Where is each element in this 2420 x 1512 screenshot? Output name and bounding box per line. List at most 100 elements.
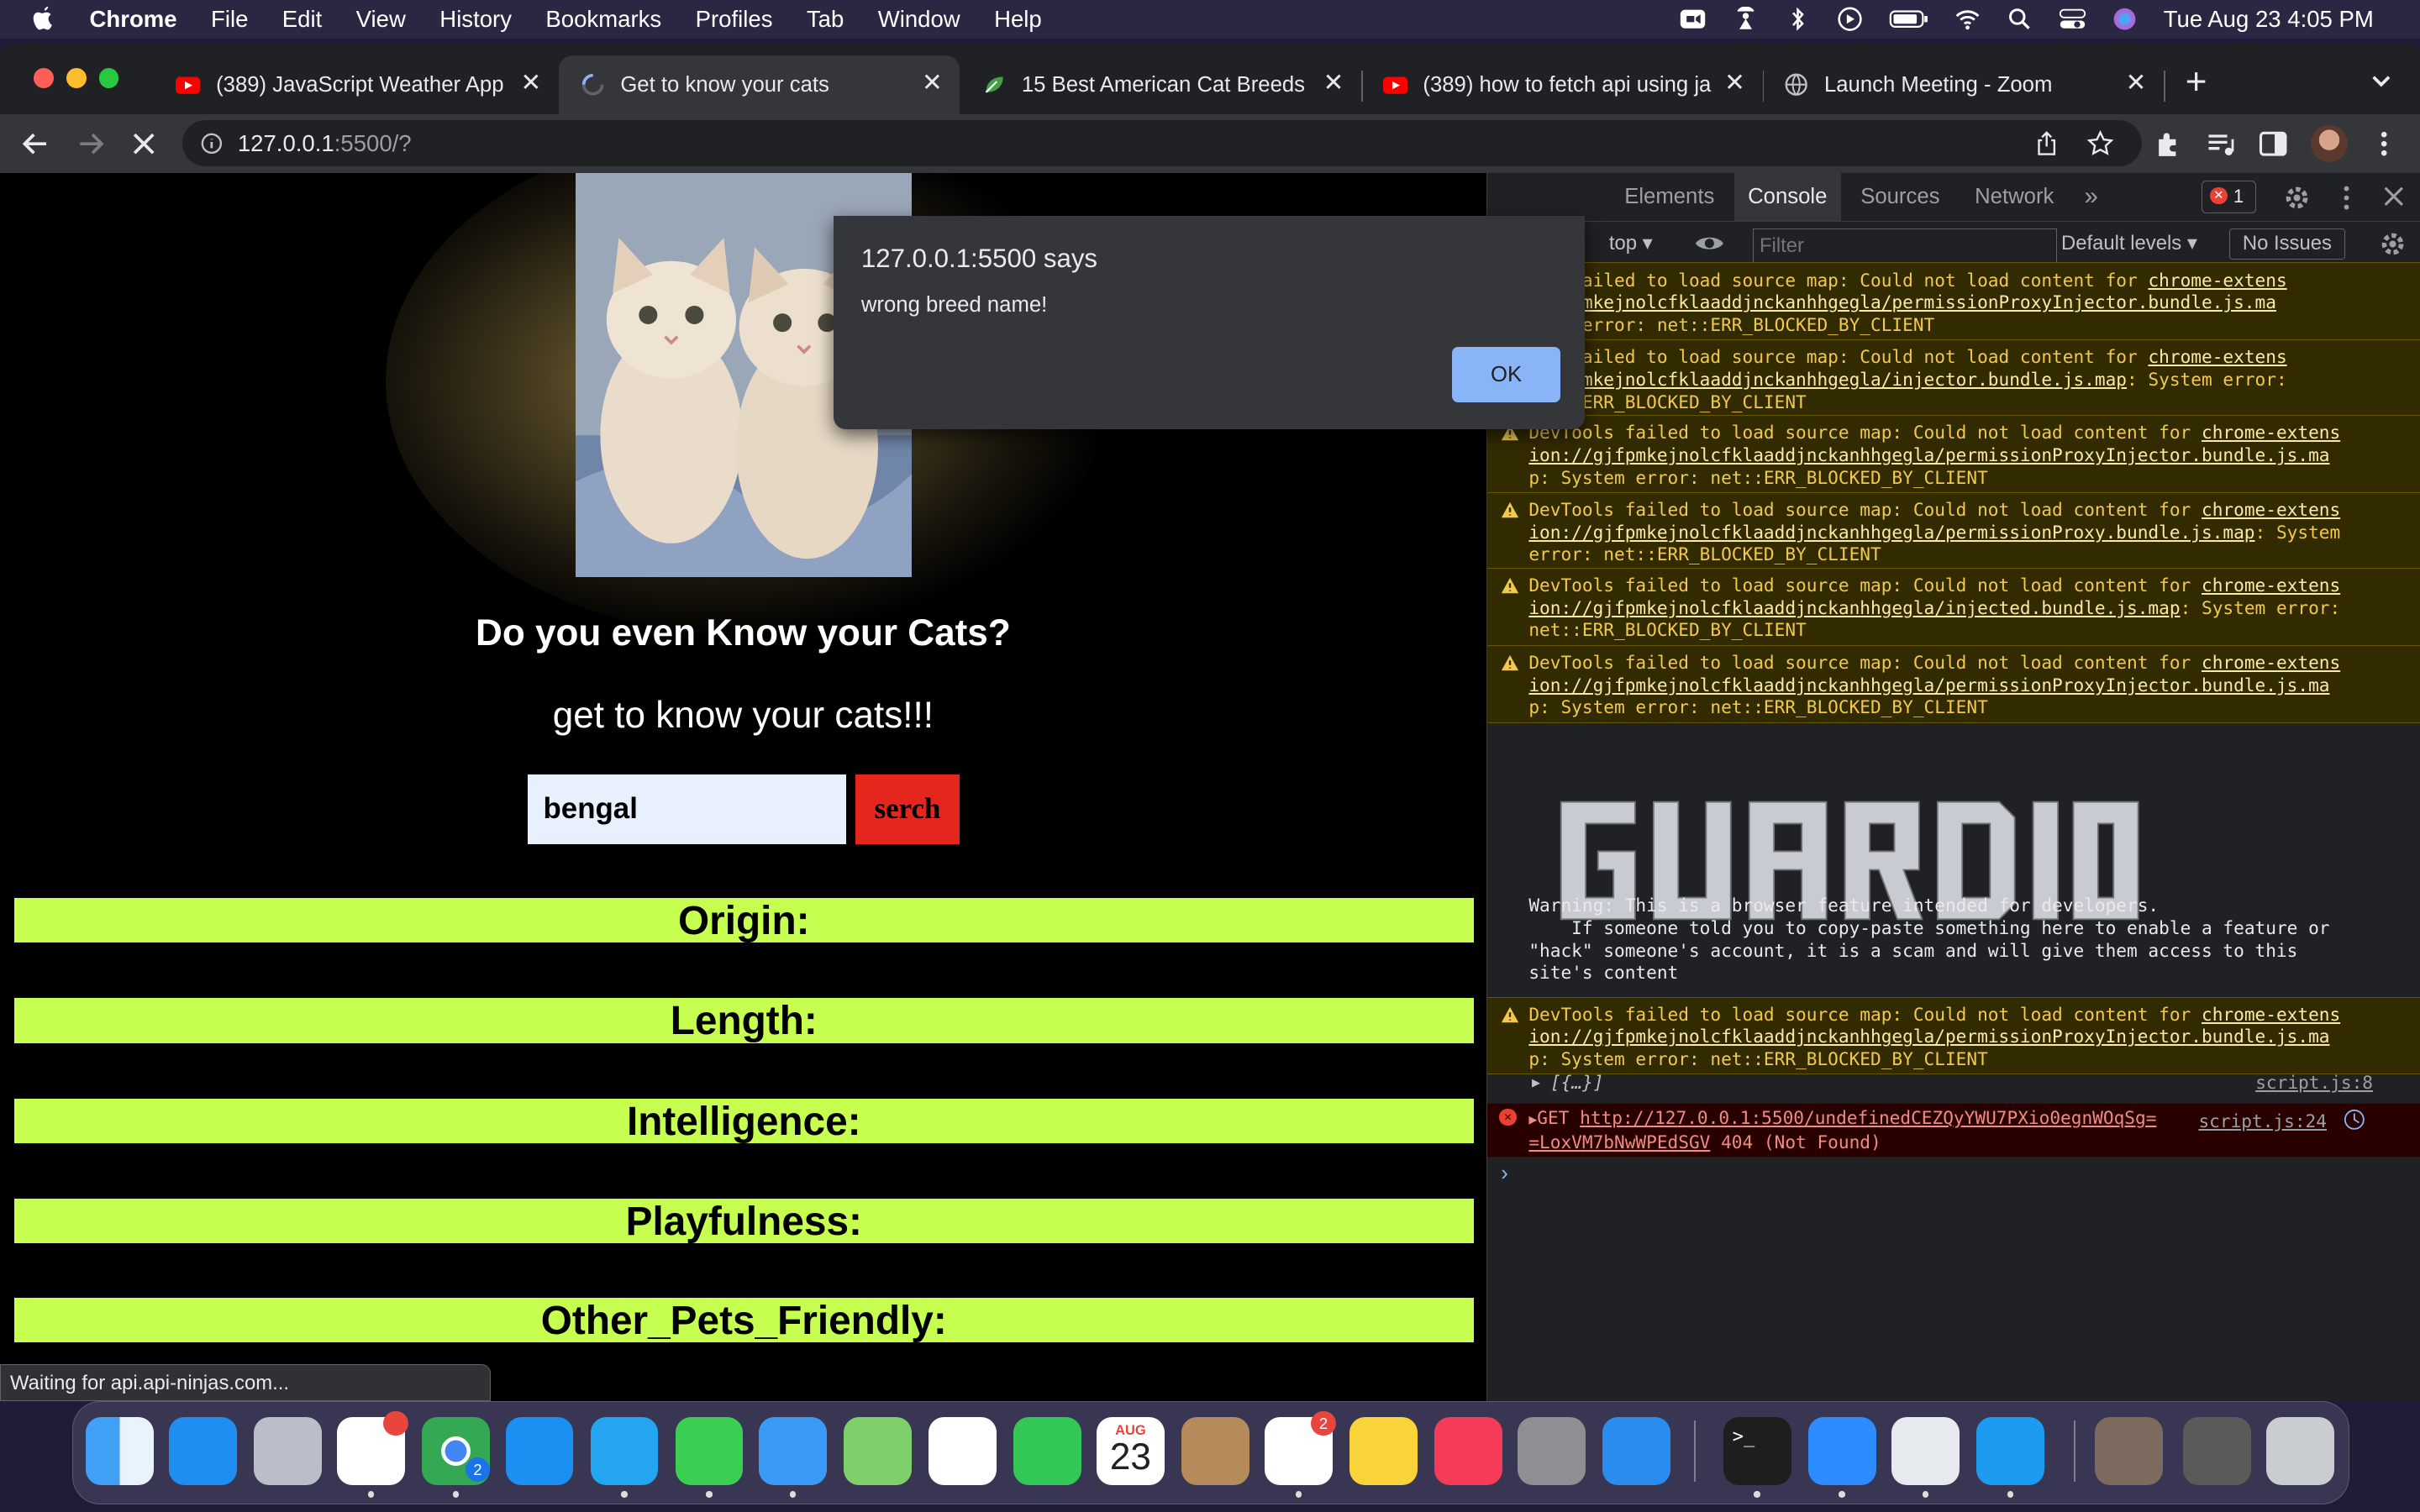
site-info-icon[interactable] (201, 133, 223, 155)
tab-get-to-know-your-cats[interactable]: Get to know your cats ✕ (558, 55, 960, 114)
airplay-audio-icon[interactable] (1732, 7, 1760, 31)
tab-fetch-api[interactable]: (389) how to fetch api using ja ✕ (1361, 55, 1763, 114)
keynote-icon[interactable] (1602, 1417, 1671, 1485)
facetime-icon[interactable] (1013, 1417, 1081, 1485)
tab-search-chevron-icon[interactable] (2370, 74, 2392, 89)
warning-link[interactable]: chrome-extens (2202, 1004, 2340, 1025)
play-icon[interactable] (1836, 7, 1864, 32)
screenshot-thumb-1[interactable] (2095, 1417, 2164, 1485)
console-settings-icon[interactable] (2379, 230, 2407, 258)
music-icon[interactable] (1434, 1417, 1503, 1485)
settings-gear-icon[interactable] (2283, 184, 2311, 212)
close-tab-icon[interactable]: ✕ (1723, 71, 1747, 95)
chrome-menu-icon[interactable] (2367, 127, 2401, 160)
share-icon[interactable] (2034, 131, 2059, 155)
menu-profiles[interactable]: Profiles (696, 6, 773, 33)
control-center-icon[interactable] (2059, 7, 2086, 31)
warning-link[interactable]: ion://gjfpmkejnolcfklaaddjnckanhhgegla/p… (1528, 522, 2254, 543)
messages-icon[interactable] (675, 1417, 744, 1485)
warning-link[interactable]: chrome-extens (2202, 422, 2340, 443)
devtools-menu-icon[interactable] (2333, 184, 2360, 212)
source-link[interactable]: script.js:8 (2255, 1072, 2373, 1095)
preview-icon[interactable] (1891, 1417, 1960, 1485)
finder-icon[interactable] (86, 1417, 154, 1485)
bluetooth-icon[interactable] (1784, 7, 1812, 32)
issues-button[interactable]: No Issues (2229, 228, 2345, 260)
menu-file[interactable]: File (211, 6, 248, 33)
stop-loading-icon[interactable] (127, 127, 160, 160)
side-panel-icon[interactable] (2256, 127, 2290, 160)
warning-link[interactable]: chrome-extens (2202, 652, 2340, 673)
launchpad-icon[interactable] (254, 1417, 323, 1485)
breed-search-input[interactable] (528, 774, 846, 844)
warning-link[interactable]: chrome-extens (2148, 346, 2286, 367)
back-icon[interactable] (18, 127, 52, 160)
spotlight-search-icon[interactable] (2006, 7, 2033, 31)
close-devtools-icon[interactable] (2382, 185, 2406, 208)
devtools-tab-network[interactable]: Network (1975, 185, 2054, 209)
new-tab-button[interactable]: + (2186, 61, 2207, 103)
error-count-badge[interactable]: ✕ 1 (2202, 180, 2256, 213)
close-window-button[interactable] (34, 67, 55, 88)
error-url[interactable]: http://127.0.0.1:5500/undefinedCEZQyYWU7… (1580, 1107, 2156, 1128)
address-bar[interactable]: 127.0.0.1:5500/? (182, 120, 2143, 167)
context-selector[interactable]: top ▾ (1609, 231, 1653, 255)
mail-icon[interactable] (758, 1417, 827, 1485)
terminal-icon[interactable]: >_ (1723, 1417, 1791, 1485)
bookmark-star-icon[interactable] (2086, 129, 2114, 157)
app-store-icon[interactable] (169, 1417, 237, 1485)
twitter-icon[interactable] (1975, 1417, 2044, 1485)
console-filter-input[interactable] (1752, 228, 2057, 265)
warning-link[interactable]: /gjfpmkejnolcfklaaddjnckanhhgegla/permis… (1528, 291, 2276, 312)
media-queue-icon[interactable] (2204, 127, 2238, 160)
trash-icon[interactable] (2266, 1417, 2335, 1485)
menu-window[interactable]: Window (878, 6, 960, 33)
menu-app-chrome[interactable]: Chrome (90, 6, 177, 33)
console-log-row[interactable]: ▶ [{…}] script.js:8 (1487, 1072, 2420, 1095)
warning-link[interactable]: chrome-extens (2202, 575, 2340, 596)
devtools-tab-sources[interactable]: Sources (1860, 185, 1939, 209)
expand-triangle-icon[interactable]: ▶ (1532, 1072, 1540, 1095)
screenshot-thumb-2[interactable] (2183, 1417, 2251, 1485)
menu-edit[interactable]: Edit (282, 6, 322, 33)
warning-link[interactable]: ion://gjfpmkejnolcfklaaddjnckanhhgegla/i… (1528, 597, 2180, 618)
system-preferences-icon[interactable] (1518, 1417, 1586, 1485)
extensions-icon[interactable] (2151, 127, 2185, 160)
log-levels-dropdown[interactable]: Default levels ▾ (2061, 231, 2197, 255)
zoom-icon[interactable] (1807, 1417, 1876, 1485)
warning-link[interactable]: chrome-extens (2202, 499, 2340, 520)
ok-button[interactable]: OK (1452, 347, 1560, 403)
source-link[interactable]: script.js:24 (2198, 1110, 2327, 1133)
warning-link[interactable]: ion://gjfpmkejnolcfklaaddjnckanhhgegla/p… (1528, 675, 2329, 696)
search-button[interactable]: serch (855, 774, 960, 844)
forward-icon[interactable] (74, 127, 108, 160)
calendar-icon[interactable]: AUG 23 (1097, 1417, 1165, 1485)
battery-icon[interactable] (1889, 7, 1929, 31)
close-tab-icon[interactable]: ✕ (518, 71, 543, 95)
tab-cat-breeds[interactable]: 15 Best American Cat Breeds - ✕ (960, 55, 1361, 114)
close-tab-icon[interactable]: ✕ (1321, 71, 1345, 95)
vscode-icon[interactable] (590, 1417, 659, 1485)
live-expression-eye-icon[interactable] (1694, 231, 1725, 255)
zoom-window-button[interactable] (98, 67, 119, 88)
safari-icon[interactable] (505, 1417, 574, 1485)
profile-avatar[interactable] (2310, 124, 2348, 162)
menu-history[interactable]: History (439, 6, 512, 33)
menu-bookmarks[interactable]: Bookmarks (545, 6, 661, 33)
notes-icon[interactable] (1349, 1417, 1418, 1485)
more-tabs-icon[interactable]: » (2085, 182, 2098, 211)
log-object[interactable]: [{…}] (1550, 1072, 1604, 1093)
error-url-cont[interactable]: =LoxVM7bNwWPEdSGV (1528, 1131, 1710, 1152)
devtools-tab-elements[interactable]: Elements (1624, 185, 1714, 209)
wifi-icon[interactable] (1954, 7, 1981, 31)
close-tab-icon[interactable]: ✕ (920, 71, 944, 95)
warning-link[interactable]: ion://gjfpmkejnolcfklaaddjnckanhhgegla/p… (1528, 1026, 2329, 1047)
zoom-status-icon[interactable] (1679, 7, 1707, 31)
apple-icon[interactable] (31, 5, 55, 33)
contacts-icon[interactable] (1181, 1417, 1249, 1485)
minimize-window-button[interactable] (66, 67, 87, 88)
maps-icon[interactable] (843, 1417, 912, 1485)
warning-link[interactable]: chrome-extens (2148, 270, 2286, 291)
menu-clock[interactable]: Tue Aug 23 4:05 PM (2164, 6, 2374, 33)
console-prompt-icon[interactable]: › (1501, 1162, 1508, 1186)
